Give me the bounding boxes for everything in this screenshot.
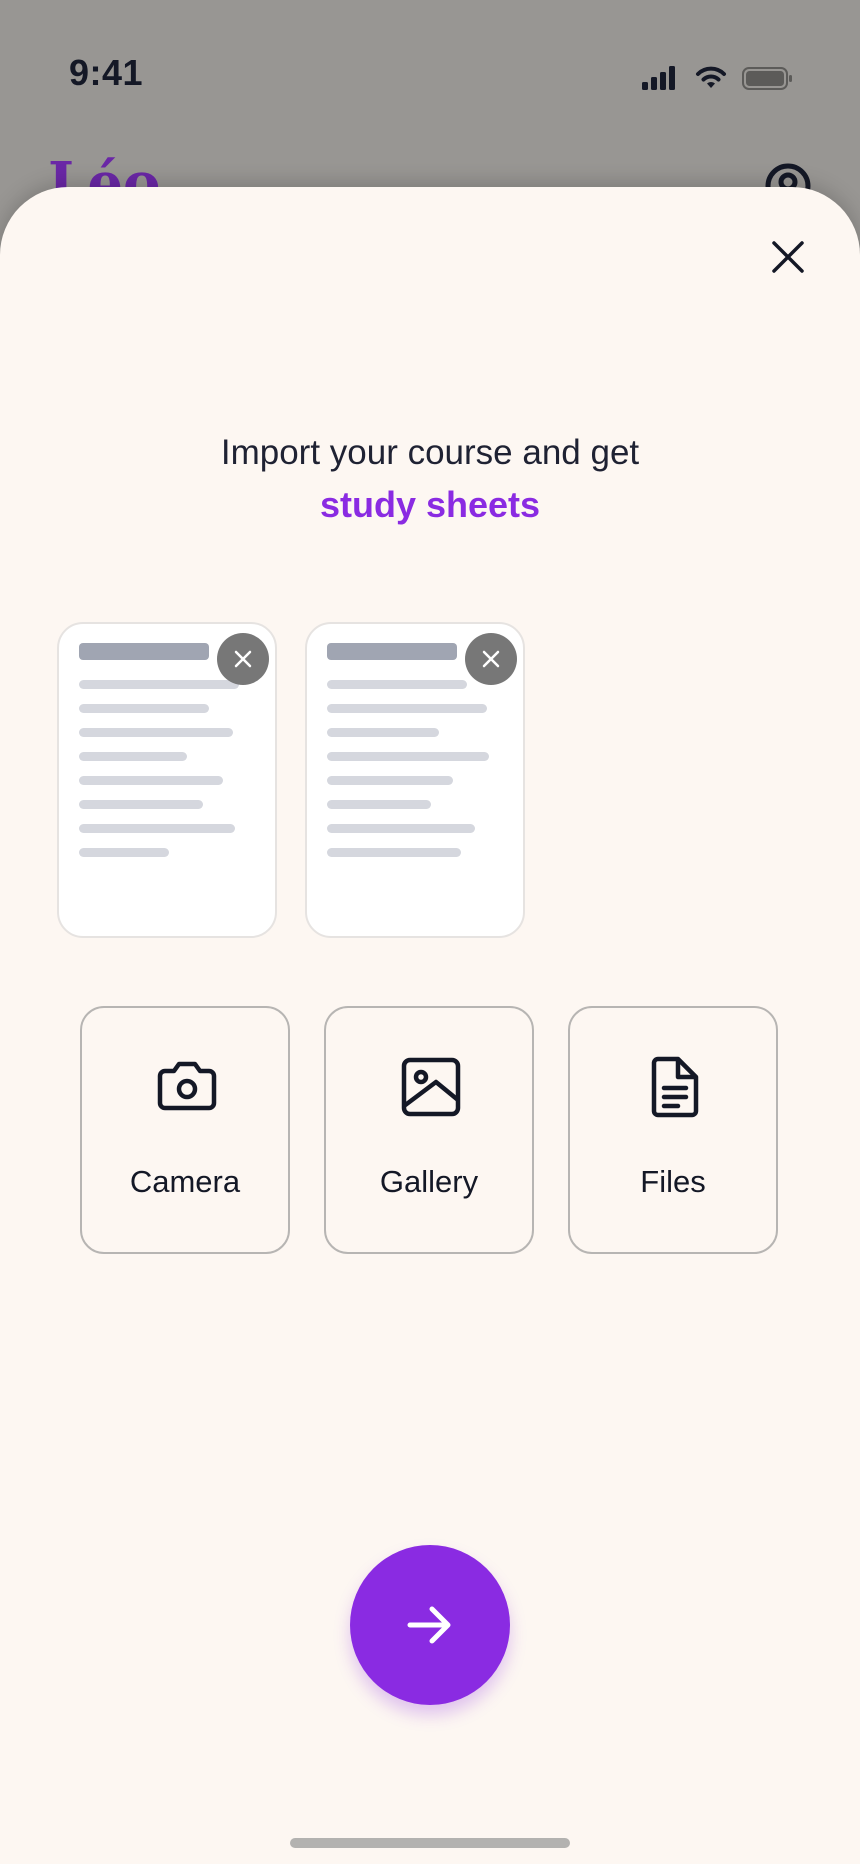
thumbnail-text-line xyxy=(79,728,233,737)
home-indicator xyxy=(290,1838,570,1848)
file-icon xyxy=(651,1056,699,1118)
thumbnail-title-line xyxy=(327,643,457,660)
thumbnail-text-line xyxy=(327,752,489,761)
status-time: 9:41 xyxy=(69,52,144,93)
remove-thumbnail-button[interactable] xyxy=(217,633,269,685)
close-button[interactable] xyxy=(764,233,812,281)
image-icon xyxy=(401,1057,461,1117)
arrow-right-icon xyxy=(407,1606,451,1644)
headline-accent: study sheets xyxy=(319,484,541,525)
thumbnail-text-line xyxy=(79,752,187,761)
thumbnail-text-line xyxy=(327,776,453,785)
status-bar: 9:41 xyxy=(0,0,860,150)
gallery-option-button[interactable]: Gallery xyxy=(324,1006,534,1254)
wifi-icon xyxy=(696,66,726,88)
thumbnail-text-line xyxy=(79,824,235,833)
thumbnail-text-line xyxy=(79,848,169,857)
document-thumbnail-2[interactable] xyxy=(305,622,525,938)
thumbnail-text-line xyxy=(327,824,475,833)
battery-icon xyxy=(742,67,792,90)
headline-text: Import your course and get xyxy=(220,433,640,472)
headline: Import your course and get study sheets xyxy=(0,427,860,531)
thumbnail-text-line xyxy=(327,680,467,689)
import-sheet: Import your course and get study sheets xyxy=(0,187,860,1864)
thumbnail-title-line xyxy=(79,643,209,660)
camera-option-label: Camera xyxy=(129,1164,241,1199)
next-button[interactable] xyxy=(350,1545,510,1705)
thumbnail-text-line xyxy=(327,800,431,809)
gallery-option-label: Gallery xyxy=(379,1164,479,1199)
document-thumbnail-1[interactable] xyxy=(57,622,277,938)
thumbnail-text-line xyxy=(79,680,239,689)
camera-option-button[interactable]: Camera xyxy=(80,1006,290,1254)
files-option-button[interactable]: Files xyxy=(568,1006,778,1254)
thumbnail-text-line xyxy=(327,704,487,713)
thumbnail-text-line xyxy=(327,848,461,857)
thumbnail-text-line xyxy=(327,728,439,737)
close-icon xyxy=(234,650,252,668)
thumbnail-text-line xyxy=(79,704,209,713)
thumbnail-text-line xyxy=(79,800,203,809)
remove-thumbnail-button[interactable] xyxy=(465,633,517,685)
close-icon xyxy=(482,650,500,668)
files-option-label: Files xyxy=(640,1164,706,1199)
close-icon xyxy=(772,241,804,273)
camera-icon xyxy=(157,1061,217,1111)
thumbnail-text-line xyxy=(79,776,223,785)
cellular-signal-icon xyxy=(642,66,675,90)
